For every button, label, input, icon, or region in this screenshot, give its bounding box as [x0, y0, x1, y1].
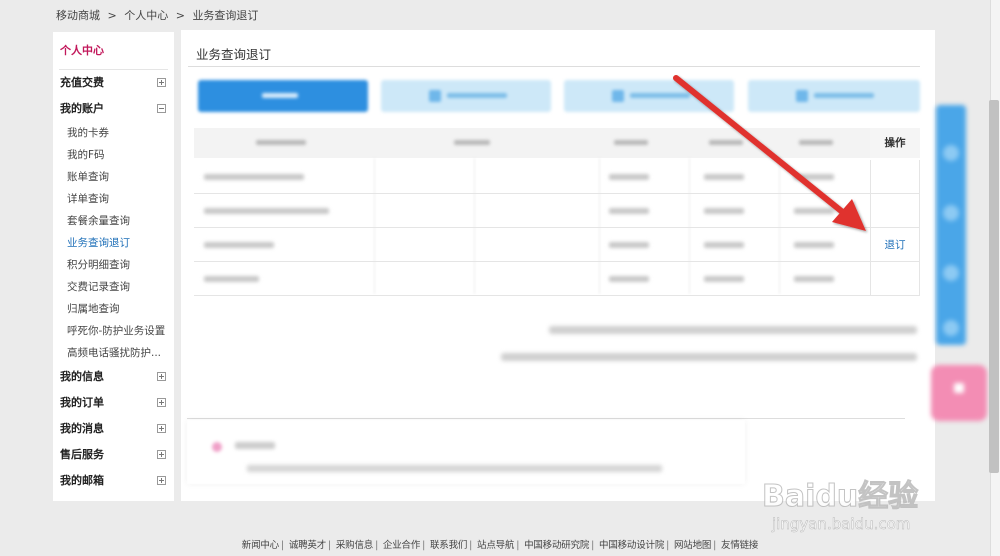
breadcrumb: 移动商城 > 个人中心 > 业务查询退订 [56, 7, 262, 23]
sidebar-item-f-code[interactable]: 我的F码 [53, 144, 174, 166]
breadcrumb-separator: > [107, 9, 117, 22]
tab-blurred-4[interactable] [748, 80, 920, 112]
watermark-url: jingyan.baidu.com [772, 515, 911, 534]
footer-link-design[interactable]: 中国移动设计院 [599, 540, 664, 551]
sidebar-group-label: 我的信息 [60, 370, 104, 383]
table-row: 退订 [194, 228, 920, 262]
expand-icon[interactable] [157, 372, 166, 381]
tips-card [187, 420, 745, 484]
sidebar-item-bill-query[interactable]: 账单查询 [53, 166, 174, 188]
expand-icon[interactable] [157, 476, 166, 485]
sidebar-item-points-detail[interactable]: 积分明细查询 [53, 254, 174, 276]
sidebar-group-info[interactable]: 我的信息 [53, 364, 174, 390]
sidebar-group-after-sales[interactable]: 售后服务 [53, 442, 174, 468]
tab-blurred-3[interactable] [564, 80, 734, 112]
sidebar-group-recharge[interactable]: 充值交费 [53, 70, 174, 96]
title-divider [188, 66, 920, 67]
expand-icon[interactable] [157, 78, 166, 87]
sidebar-item-harassment-protection[interactable]: 高频电话骚扰防护... [53, 342, 174, 364]
footer-link-cooperation[interactable]: 企业合作 [383, 540, 420, 551]
floating-service-bar[interactable] [936, 105, 966, 345]
main-panel: 业务查询退订 操作 退订 [181, 30, 935, 501]
operation-cell [870, 262, 920, 296]
sidebar-item-plan-balance[interactable]: 套餐余量查询 [53, 210, 174, 232]
footer-link-procurement[interactable]: 采购信息 [336, 540, 373, 551]
footer-link-research[interactable]: 中国移动研究院 [524, 540, 589, 551]
breadcrumb-home[interactable]: 移动商城 [56, 9, 100, 22]
expand-icon[interactable] [157, 398, 166, 407]
note-line [549, 326, 917, 334]
breadcrumb-separator: > [175, 9, 185, 22]
operation-cell [870, 160, 920, 194]
table-row [194, 194, 920, 228]
sidebar: 个人中心 充值交费 我的账户 我的卡券 我的F码 账单查询 详单查询 套餐余量查… [53, 32, 174, 501]
footer-link-sitemap[interactable]: 网站地图 [674, 540, 711, 551]
expand-icon[interactable] [157, 450, 166, 459]
footer-link-news[interactable]: 新闻中心 [242, 540, 279, 551]
sidebar-item-business-unsubscribe[interactable]: 业务查询退订 [53, 232, 174, 254]
tab-blurred-2[interactable] [381, 80, 551, 112]
sidebar-group-orders[interactable]: 我的订单 [53, 390, 174, 416]
sidebar-item-coupons[interactable]: 我的卡券 [53, 122, 174, 144]
expand-icon[interactable] [157, 424, 166, 433]
watermark-text: Baidu经验 [761, 479, 919, 515]
tip-icon [212, 442, 222, 452]
sidebar-item-call-protection[interactable]: 呼死你-防护业务设置 [53, 320, 174, 342]
page-title: 业务查询退订 [196, 47, 272, 62]
footer-links: 新闻中心 | 诚聘英才 | 采购信息 | 企业合作 | 联系我们 | 站点导航 | 中国移动… [241, 540, 759, 551]
operation-cell: 退订 [870, 228, 920, 262]
sidebar-item-payment-records[interactable]: 交费记录查询 [53, 276, 174, 298]
note-line [501, 353, 917, 361]
footer-link-careers[interactable]: 诚聘英才 [289, 540, 326, 551]
sidebar-group-messages[interactable]: 我的消息 [53, 416, 174, 442]
breadcrumb-current: 业务查询退订 [192, 9, 259, 22]
floating-promo-button[interactable] [931, 365, 987, 421]
sidebar-group-mailbox[interactable]: 我的邮箱 [53, 468, 174, 494]
footer-link-sitemap-nav[interactable]: 站点导航 [477, 540, 514, 551]
unsubscribe-link[interactable]: 退订 [885, 239, 906, 251]
collapse-icon[interactable] [157, 104, 166, 113]
baidu-watermark: Baidu经验 jingyan.baidu.com [761, 449, 972, 539]
tab-blurred-1[interactable] [198, 80, 368, 112]
sidebar-group-label: 我的订单 [60, 396, 104, 409]
footer-link-contact[interactable]: 联系我们 [430, 540, 467, 551]
operation-column-header: 操作 [870, 128, 920, 158]
footer-link-friends[interactable]: 友情链接 [721, 540, 758, 551]
table-row [194, 262, 920, 296]
sidebar-group-label: 售后服务 [60, 448, 104, 461]
breadcrumb-personal-center[interactable]: 个人中心 [124, 9, 168, 22]
sidebar-group-label: 充值交费 [60, 76, 104, 89]
sidebar-group-label: 我的消息 [60, 422, 104, 435]
sidebar-group-label: 我的邮箱 [60, 474, 104, 487]
operation-cell [870, 194, 920, 228]
sidebar-group-label: 我的账户 [60, 102, 104, 115]
sidebar-group-account[interactable]: 我的账户 [53, 96, 174, 122]
table-header: 操作 [194, 128, 920, 158]
sidebar-item-detail-query[interactable]: 详单查询 [53, 188, 174, 210]
content-divider [187, 418, 905, 419]
page-scrollbar-thumb[interactable] [989, 100, 999, 473]
table-row [194, 160, 920, 194]
sidebar-item-location-query[interactable]: 归属地查询 [53, 298, 174, 320]
sidebar-title[interactable]: 个人中心 [59, 32, 168, 70]
